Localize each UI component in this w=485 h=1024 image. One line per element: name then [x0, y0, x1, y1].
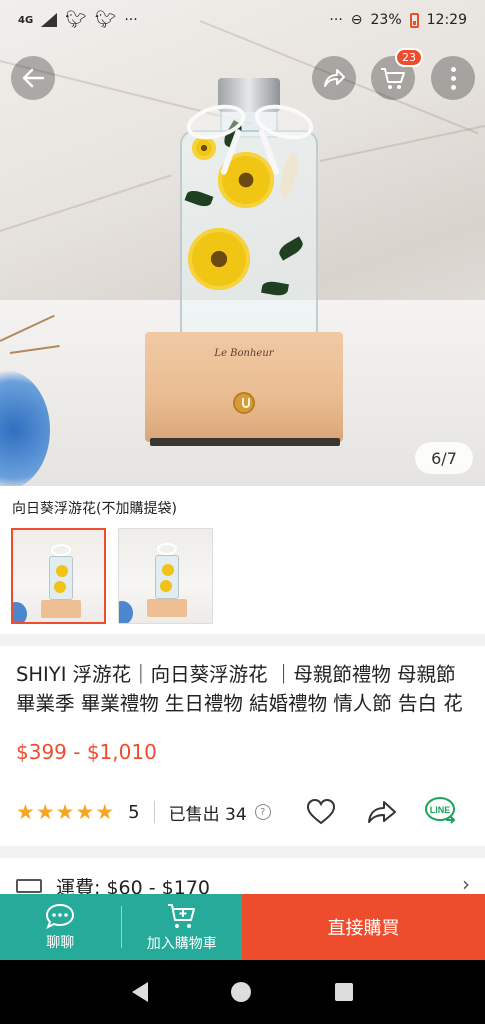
floating-flower-bottle [180, 78, 318, 336]
base-engraving: Le Bonheur [214, 348, 274, 359]
sunflower-large [188, 228, 250, 290]
bottom-action-bar: 聊聊 加入購物車 直接購買 [0, 894, 485, 960]
star-icon: ★ [95, 799, 115, 824]
chat-label: 聊聊 [46, 934, 75, 951]
star-icon: ★ [55, 799, 75, 824]
variation-thumbnail-1[interactable] [11, 528, 106, 624]
buy-now-button[interactable]: 直接購買 [242, 894, 485, 960]
signal-icon [41, 13, 58, 27]
twitter-icon: 🐦︎ [65, 9, 87, 30]
thumb-bow [157, 543, 177, 555]
thumb-bow [51, 544, 71, 556]
base-shadow [150, 438, 340, 446]
truck-icon [16, 879, 42, 893]
image-page-indicator: 6/7 [415, 442, 473, 474]
status-right: ··· ⊖ 23% 12:29 [329, 12, 467, 28]
more-notifications: ··· [124, 12, 138, 28]
marble-vein [0, 174, 172, 232]
star-icon: ★ [75, 799, 95, 824]
product-price: $399 - $1,010 [16, 740, 157, 764]
share-icon [324, 69, 345, 87]
add-to-cart-icon [167, 903, 195, 928]
nav-recent-apps-icon[interactable] [335, 983, 354, 1001]
bottom-left-group: 聊聊 加入購物車 [0, 894, 242, 960]
wooden-light-base: Le Bonheur [145, 332, 343, 442]
add-to-cart-button[interactable]: 加入購物車 [122, 894, 243, 960]
thumb-flower [160, 580, 172, 592]
thumb-base [147, 599, 187, 617]
section-divider [0, 634, 485, 646]
sold-count: 已售出 34 [168, 804, 247, 825]
back-button[interactable] [11, 56, 55, 100]
more-vertical-icon [450, 66, 456, 90]
leaf [184, 187, 214, 210]
variation-thumbnail-2[interactable] [118, 528, 213, 624]
battery-percent: 23% [370, 12, 402, 28]
thumb-base [41, 600, 81, 618]
star-icon: ★ [16, 799, 35, 824]
arrow-left-icon [22, 68, 45, 88]
status-left: 4G 🐦︎ 🐦︎ ··· [18, 9, 138, 30]
leaf [276, 236, 306, 261]
status-dots: ··· [329, 12, 343, 28]
sunflower-small [192, 136, 216, 160]
share-button[interactable] [312, 56, 356, 100]
cart-button[interactable]: 23 [371, 48, 423, 100]
nav-back-icon[interactable] [131, 982, 148, 1002]
selected-variation-title: 向日葵浮游花(不加購提袋) [12, 501, 177, 517]
more-options-button[interactable] [431, 56, 475, 100]
thumb-bottle [155, 555, 179, 599]
bunny-tail-grass [277, 151, 301, 201]
power-button-icon [233, 392, 255, 414]
section-divider [0, 846, 485, 858]
leaf [261, 279, 289, 298]
chevron-right-icon: › [462, 872, 470, 896]
chat-bubble-icon [46, 903, 75, 929]
divider [153, 801, 155, 823]
product-title: SHIYI 浮游花｜向日葵浮游花 ｜母親節禮物 母親節 畢業季 畢業禮物 生日禮… [16, 663, 463, 715]
thumb-flower [56, 565, 68, 577]
line-share-icon[interactable]: LINE [424, 796, 460, 826]
nav-home-icon[interactable] [231, 982, 252, 1002]
twitter-icon: 🐦︎ [94, 9, 117, 30]
system-navigation-bar [0, 960, 485, 1024]
clock: 12:29 [426, 12, 467, 28]
rating-row: ★ ★ ★ ★ ★ 5 已售出 34 ? LINE [16, 794, 471, 830]
variation-thumbnails [11, 528, 213, 624]
heart-icon[interactable] [306, 798, 336, 826]
thumb-bottle [49, 556, 73, 600]
question-icon[interactable]: ? [254, 804, 271, 820]
thumb-blue-flower [119, 601, 133, 623]
network-type: 4G [18, 14, 34, 26]
dnd-icon: ⊖ [350, 12, 363, 28]
share-icon[interactable] [366, 798, 398, 826]
shopping-cart-icon [381, 68, 405, 89]
svg-text:LINE: LINE [430, 805, 451, 815]
battery-icon [409, 12, 419, 28]
add-to-cart-label: 加入購物車 [146, 935, 217, 952]
chat-button[interactable]: 聊聊 [0, 894, 121, 960]
rating-value: 5 [128, 801, 140, 823]
bottle-glass [180, 119, 318, 336]
rating-stars: ★ ★ ★ ★ ★ [16, 799, 115, 824]
thumb-flower [162, 564, 174, 576]
thumb-flower [54, 581, 66, 593]
status-bar: 4G 🐦︎ 🐦︎ ··· ··· ⊖ 23% 12:29 [0, 0, 485, 40]
thumb-blue-flower [13, 602, 27, 622]
cart-count-badge: 23 [395, 48, 423, 67]
star-icon: ★ [35, 799, 55, 824]
